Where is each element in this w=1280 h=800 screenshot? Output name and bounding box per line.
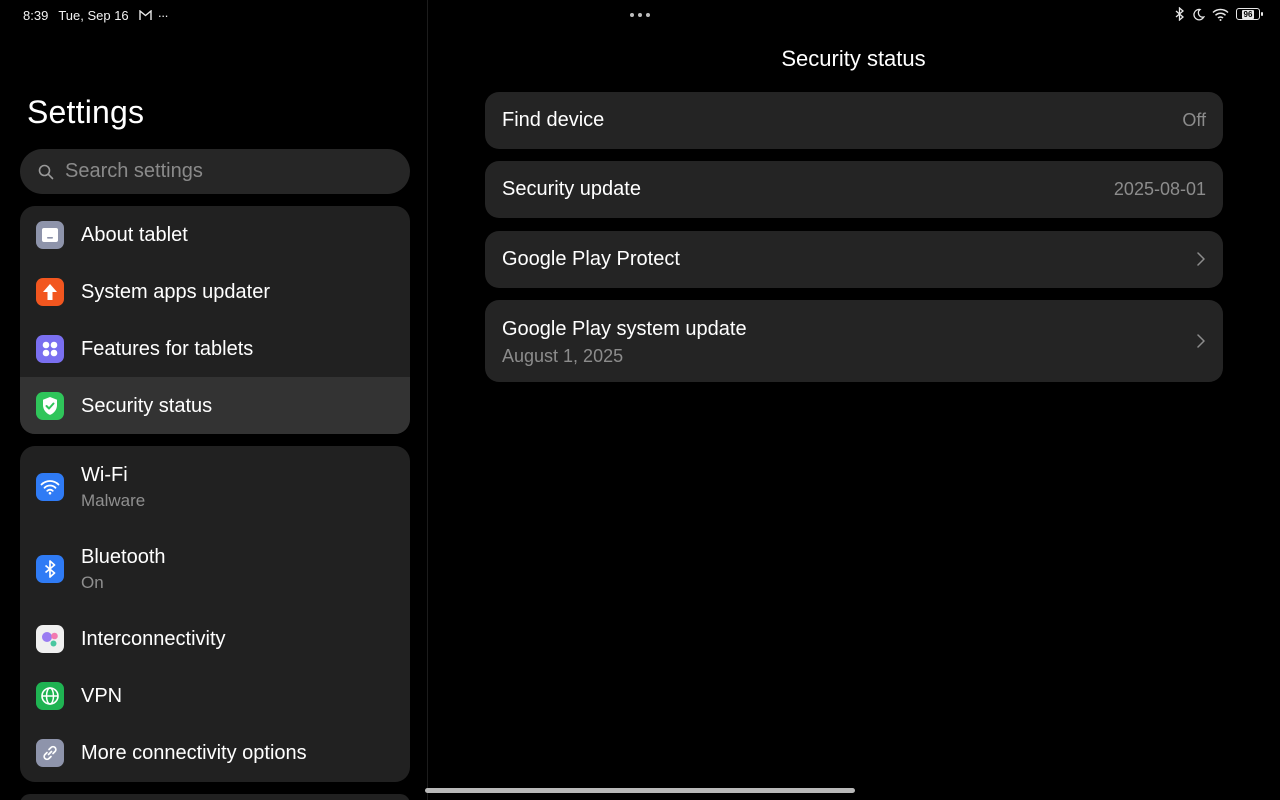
- sidebar-item-label: Features for tablets: [81, 338, 254, 360]
- sidebar-item-bluetooth[interactable]: Bluetooth On: [20, 528, 410, 610]
- row-label: Find device: [502, 109, 605, 131]
- status-bar-right: 96: [1175, 7, 1263, 21]
- sidebar-item-security-status[interactable]: Security status: [20, 377, 410, 434]
- settings-group-next: [20, 794, 410, 800]
- detail-title: Security status: [781, 46, 926, 71]
- tablet-icon: [36, 221, 64, 249]
- security-update-row[interactable]: Security update 2025-08-01: [485, 161, 1223, 218]
- chevron-right-icon: [1197, 252, 1205, 266]
- google-play-protect-row[interactable]: Google Play Protect: [485, 231, 1223, 288]
- link-icon: [36, 739, 64, 767]
- bluetooth-icon: [36, 555, 64, 583]
- sidebar-item-wifi[interactable]: Wi-Fi Malware: [20, 446, 410, 528]
- settings-group-connectivity: Wi-Fi Malware Bluetooth On Interconnecti…: [20, 446, 410, 782]
- sidebar-item-label: Security status: [81, 395, 213, 417]
- interconnectivity-icon: [36, 625, 64, 653]
- shield-check-icon: [36, 392, 64, 420]
- home-gesture-bar[interactable]: [425, 788, 855, 793]
- search-input[interactable]: [65, 160, 365, 183]
- pane-divider[interactable]: [427, 0, 428, 800]
- sidebar-item-vpn[interactable]: VPN: [20, 667, 410, 724]
- sidebar-item-system-apps-updater[interactable]: System apps updater: [20, 263, 410, 320]
- sidebar-item-more-connectivity-options[interactable]: More connectivity options: [20, 724, 410, 782]
- multiwindow-handle-icon[interactable]: [630, 13, 650, 17]
- sidebar-item-label: Interconnectivity: [81, 628, 226, 650]
- row-label: Security update: [502, 178, 641, 200]
- sidebar-item-label: VPN: [81, 685, 123, 707]
- chevron-right-icon: [1197, 334, 1205, 348]
- sidebar-item-label: About tablet: [81, 224, 188, 246]
- settings-sidebar: Settings About tablet System apps update…: [0, 0, 427, 800]
- search-bar[interactable]: [20, 149, 410, 194]
- search-icon: [38, 164, 54, 179]
- row-value: Off: [1182, 110, 1206, 130]
- row-label: Google Play system update: [502, 318, 747, 340]
- find-device-row[interactable]: Find device Off: [485, 92, 1223, 149]
- sidebar-item-sublabel: Malware: [81, 491, 146, 510]
- sidebar-item-interconnectivity[interactable]: Interconnectivity: [20, 610, 410, 667]
- settings-screen: 8:39 Tue, Sep 16 ··· 96 Settings Search …: [0, 0, 1280, 800]
- do-not-disturb-moon-icon: [1193, 8, 1205, 20]
- sidebar-item-features-for-tablets[interactable]: Features for tablets: [20, 320, 410, 377]
- sidebar-item-label: System apps updater: [81, 281, 270, 303]
- sidebar-item-label: More connectivity options: [81, 742, 307, 764]
- sidebar-item-about-tablet[interactable]: About tablet: [20, 206, 410, 263]
- wifi-icon: [1212, 8, 1229, 21]
- page-title: Settings: [27, 94, 145, 130]
- row-label: Google Play Protect: [502, 248, 680, 270]
- bluetooth-icon: [1175, 7, 1184, 21]
- sidebar-item-label: Bluetooth: [81, 546, 166, 568]
- battery-icon: 96: [1236, 8, 1263, 20]
- google-play-system-update-row[interactable]: Google Play system update August 1, 2025: [485, 300, 1223, 382]
- wifi-icon: [36, 473, 64, 501]
- sidebar-item-label: Wi-Fi: [81, 464, 128, 486]
- row-sublabel: August 1, 2025: [502, 346, 624, 366]
- settings-group-device: About tablet System apps updater Feature…: [20, 206, 410, 434]
- globe-icon: [36, 682, 64, 710]
- row-value: 2025-08-01: [1113, 179, 1206, 199]
- battery-level: 96: [1241, 9, 1255, 19]
- grid-dots-icon: [36, 335, 64, 363]
- arrow-up-icon: [36, 278, 64, 306]
- sidebar-item-sublabel: On: [81, 573, 104, 592]
